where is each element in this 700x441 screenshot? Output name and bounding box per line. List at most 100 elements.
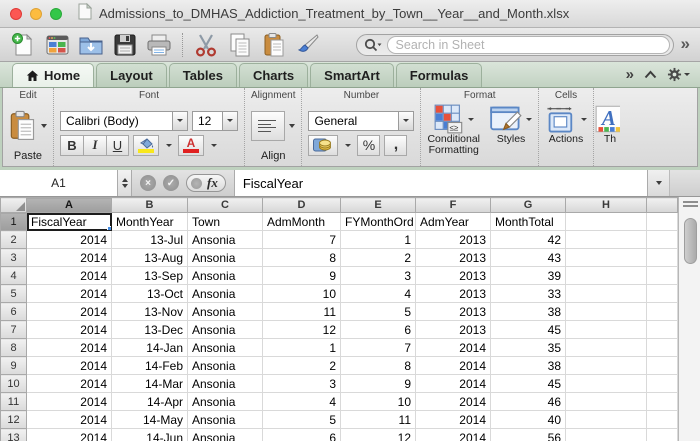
new-workbook-button[interactable] (8, 31, 38, 59)
cell[interactable]: 2014 (27, 357, 112, 375)
cell[interactable]: 2014 (27, 339, 112, 357)
column-header-g[interactable]: G (491, 198, 566, 213)
cell[interactable]: Ansonia (188, 429, 263, 441)
row-header[interactable]: 5 (1, 285, 27, 303)
cell[interactable]: 40 (491, 411, 566, 429)
font-size-dropdown[interactable] (222, 111, 238, 131)
font-color-dropdown[interactable] (208, 135, 219, 156)
cell[interactable]: 13-Sep (112, 267, 188, 285)
cell[interactable]: 2014 (416, 375, 491, 393)
tab-tables[interactable]: Tables (169, 63, 237, 87)
scrollbar-split-handle[interactable] (683, 201, 698, 209)
actions-dropdown[interactable] (581, 118, 587, 121)
cell-a1-selected[interactable]: FiscalYear (27, 213, 112, 231)
cell[interactable] (566, 213, 647, 231)
cell[interactable]: 5 (263, 411, 341, 429)
cell[interactable]: 14-Feb (112, 357, 188, 375)
fill-color-button[interactable] (133, 135, 159, 156)
cell[interactable] (566, 429, 647, 441)
bold-button[interactable]: B (60, 135, 83, 156)
cell[interactable] (566, 393, 647, 411)
zoom-window-button[interactable] (50, 8, 62, 20)
cell[interactable]: 33 (491, 285, 566, 303)
column-header-partial[interactable] (647, 198, 678, 213)
cell[interactable]: 1 (263, 339, 341, 357)
search-input[interactable]: Search in Sheet (387, 36, 670, 54)
cancel-entry-button[interactable]: × (140, 175, 156, 191)
font-color-button[interactable]: A (178, 135, 204, 156)
comma-button[interactable]: , (384, 135, 407, 156)
cell[interactable]: Ansonia (188, 339, 263, 357)
column-header-a[interactable]: A (27, 198, 112, 213)
formula-input[interactable]: FiscalYear (234, 170, 648, 196)
cell[interactable]: 2014 (416, 339, 491, 357)
cell[interactable]: 2014 (27, 375, 112, 393)
cell[interactable]: 5 (341, 303, 416, 321)
paste-ribbon-button[interactable] (9, 110, 37, 142)
cell[interactable]: 2 (263, 357, 341, 375)
cell[interactable] (566, 249, 647, 267)
cell[interactable]: 6 (341, 321, 416, 339)
cell[interactable]: 2014 (27, 231, 112, 249)
cell[interactable]: 2013 (416, 267, 491, 285)
underline-button[interactable]: U (106, 135, 129, 156)
cell[interactable]: 13-Aug (112, 249, 188, 267)
cell[interactable]: MonthYear (112, 213, 188, 231)
select-all-corner[interactable] (1, 198, 27, 213)
cell[interactable]: 12 (263, 321, 341, 339)
cell[interactable]: 2014 (27, 285, 112, 303)
cell[interactable]: 10 (341, 393, 416, 411)
accept-entry-button[interactable]: ✓ (163, 175, 179, 191)
cell[interactable]: 56 (491, 429, 566, 441)
row-header[interactable]: 6 (1, 303, 27, 321)
cell[interactable]: 38 (491, 303, 566, 321)
print-button[interactable] (144, 31, 174, 59)
row-header[interactable]: 10 (1, 375, 27, 393)
row-header[interactable]: 12 (1, 411, 27, 429)
cell[interactable]: 2014 (27, 249, 112, 267)
align-button[interactable] (251, 111, 285, 141)
row-header[interactable]: 1 (1, 213, 27, 231)
fill-color-dropdown[interactable] (163, 135, 174, 156)
cell[interactable]: Ansonia (188, 267, 263, 285)
cell[interactable]: 2014 (27, 411, 112, 429)
cell-partial[interactable] (647, 393, 678, 411)
cell[interactable]: 9 (341, 375, 416, 393)
cell[interactable]: 2014 (416, 411, 491, 429)
cell[interactable]: 2 (341, 249, 416, 267)
cell[interactable]: 9 (263, 267, 341, 285)
column-header-b[interactable]: B (112, 198, 188, 213)
cell[interactable]: 14-Mar (112, 375, 188, 393)
cell-partial[interactable] (647, 213, 678, 231)
cell[interactable]: 45 (491, 321, 566, 339)
cell[interactable]: 2013 (416, 303, 491, 321)
vertical-scrollbar[interactable] (678, 197, 700, 441)
name-box[interactable]: A1 (0, 170, 118, 196)
cell[interactable]: 46 (491, 393, 566, 411)
cell[interactable]: 2013 (416, 321, 491, 339)
cell[interactable]: Ansonia (188, 231, 263, 249)
insert-function-button[interactable]: fx (186, 174, 226, 192)
cell[interactable]: Ansonia (188, 285, 263, 303)
open-gallery-button[interactable] (42, 31, 72, 59)
font-size-combo[interactable]: 12 (192, 111, 238, 131)
close-window-button[interactable] (10, 8, 22, 20)
cell[interactable]: 12 (341, 429, 416, 441)
toolbar-overflow-button[interactable]: » (681, 34, 690, 54)
cell[interactable]: 45 (491, 375, 566, 393)
cell[interactable]: Ansonia (188, 357, 263, 375)
styles-button[interactable]: Styles (490, 104, 532, 145)
cell[interactable]: 2013 (416, 249, 491, 267)
row-header[interactable]: 13 (1, 429, 27, 441)
cell[interactable]: 7 (341, 339, 416, 357)
percent-button[interactable]: % (357, 135, 380, 156)
cell[interactable]: 8 (263, 249, 341, 267)
cell-partial[interactable] (647, 411, 678, 429)
cell[interactable]: Ansonia (188, 321, 263, 339)
row-header[interactable]: 2 (1, 231, 27, 249)
number-format-combo[interactable]: General (308, 111, 414, 131)
cell[interactable] (566, 411, 647, 429)
tab-smartart[interactable]: SmartArt (310, 63, 394, 87)
cell[interactable]: 14-Apr (112, 393, 188, 411)
cell[interactable] (566, 375, 647, 393)
